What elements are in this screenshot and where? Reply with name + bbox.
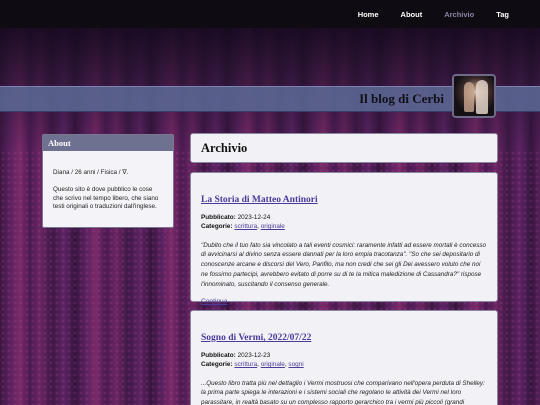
page-title: Archivio	[201, 141, 248, 155]
nav-archivio[interactable]: Archivio	[433, 10, 485, 19]
post-excerpt: ...Questo libro tratta più nel dettaglio…	[201, 379, 485, 405]
post-meta: Pubblicato: 2023-12-24 Categorie: scritt…	[201, 214, 285, 231]
nav-tag[interactable]: Tag	[485, 10, 520, 19]
category-link-originale[interactable]: originale	[261, 361, 285, 368]
category-link-scrittura[interactable]: scrittura	[234, 223, 257, 230]
published-label: Pubblicato:	[201, 214, 236, 221]
avatar[interactable]	[452, 74, 496, 118]
post-excerpt: "Dubito che il tuo fato sia vincolato a …	[201, 241, 487, 288]
post-card: La Storia di Matteo Antinori Pubblicato:…	[190, 172, 498, 305]
category-link-originale[interactable]: originale	[261, 223, 285, 230]
nav-about[interactable]: About	[390, 10, 434, 19]
avatar-figure	[464, 82, 474, 112]
post-title-link[interactable]: La Storia di Matteo Antinori	[201, 195, 318, 205]
post-title-link[interactable]: Sogno di Vermi, 2022/07/22	[201, 333, 311, 343]
page-title-card: Archivio	[190, 133, 498, 163]
site-title[interactable]: Il blog di Cerbi	[359, 91, 444, 107]
about-bio: Diana / 26 anni / Fisica / ∇.	[53, 169, 129, 176]
continue-reading-link[interactable]: Continua	[201, 298, 227, 305]
category-link-scrittura[interactable]: scrittura	[234, 361, 257, 368]
about-widget-title: About	[43, 135, 173, 151]
categories-label: Categorie:	[201, 361, 233, 369]
published-date: 2023-12-23	[237, 352, 271, 359]
category-link-sogni[interactable]: sogni	[288, 361, 303, 368]
nav-home[interactable]: Home	[347, 10, 390, 19]
top-navigation: Home About Archivio Tag	[0, 0, 540, 28]
post-card: Sogno di Vermi, 2022/07/22 Pubblicato: 2…	[190, 310, 498, 405]
categories-label: Categorie:	[201, 223, 233, 231]
about-widget-body: Diana / 26 anni / Fisica / ∇. Questo sit…	[43, 151, 173, 212]
about-description: Questo sito è dove pubblico le cose che …	[53, 185, 159, 211]
avatar-figure	[476, 80, 488, 114]
post-meta: Pubblicato: 2023-12-23 Categorie: scritt…	[201, 352, 304, 369]
about-widget: About Diana / 26 anni / Fisica / ∇. Ques…	[42, 134, 174, 228]
published-label: Pubblicato:	[201, 352, 236, 359]
published-date: 2023-12-24	[237, 214, 271, 221]
